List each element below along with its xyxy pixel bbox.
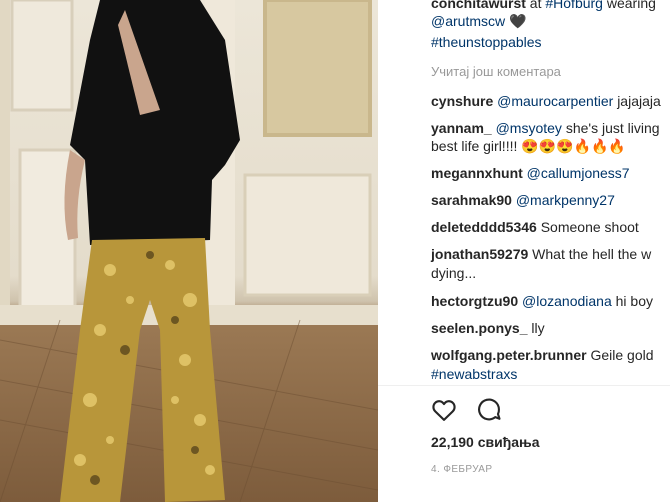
comment-username[interactable]: megannxhunt <box>431 165 523 181</box>
comment-mention[interactable]: @callumjoness7 <box>527 165 630 181</box>
caption-hashtag-unstoppables[interactable]: #theunstoppables <box>431 34 542 50</box>
comment-mention[interactable]: @lozanodiana <box>522 293 612 309</box>
caption-line-2: @arutmscw 🖤 <box>431 12 526 30</box>
comment-username[interactable]: seelen.ponys_ <box>431 320 528 336</box>
speech-bubble-icon[interactable] <box>475 396 503 424</box>
comments-panel: conchitawurst at #Hofburg wearing @arutm… <box>378 0 670 502</box>
comment-username[interactable]: hectorgtzu90 <box>431 293 518 309</box>
comment-text: lly <box>531 320 545 336</box>
comment-continuation: dying... <box>431 265 477 281</box>
comment-text: she's just living <box>565 120 660 136</box>
comment-item: sarahmak90 @markpenny27 <box>431 191 615 209</box>
comment-item: jonathan59279 What the hell the w <box>431 245 651 263</box>
comment-item: cynshure @maurocarpentier jajajaja <box>431 92 661 110</box>
load-more-comments[interactable]: Учитај још коментара <box>431 63 561 81</box>
caption-text-2: wearing <box>606 0 656 11</box>
comment-item: hectorgtzu90 @lozanodiana hi boy <box>431 292 653 310</box>
comment-hashtag[interactable]: #newabstraxs <box>431 366 517 382</box>
comment-text: What the hell the w <box>532 246 652 262</box>
comment-text: Geile gold <box>590 347 654 363</box>
post-date[interactable]: 4. ФЕБРУАР <box>431 464 492 475</box>
comment-username[interactable]: jonathan59279 <box>431 246 528 262</box>
comment-item: deletedddd5346 Someone shoot <box>431 218 639 236</box>
comment-item: seelen.ponys_ lly <box>431 319 545 337</box>
comment-username[interactable]: sarahmak90 <box>431 192 512 208</box>
actions-divider <box>378 385 670 386</box>
comment-mention[interactable]: @maurocarpentier <box>497 93 613 109</box>
caption-hashtag-hofburg[interactable]: #Hofburg <box>545 0 603 11</box>
comment-continuation: best life girl!!!! 😍😍😍🔥🔥🔥 <box>431 138 626 154</box>
comment-username[interactable]: cynshure <box>431 93 493 109</box>
comment-item: yannam_ @msyotey she's just living <box>431 119 660 137</box>
comment-text: hi boy <box>615 293 653 309</box>
photo-illustration <box>0 0 378 502</box>
comment-continuation: #newabstraxs <box>431 365 517 383</box>
comment-username[interactable]: wolfgang.peter.brunner <box>431 347 587 363</box>
caption-mention[interactable]: @arutmscw <box>431 13 505 29</box>
caption-text: at <box>529 0 542 11</box>
post-photo[interactable] <box>0 0 378 502</box>
comment-item: wolfgang.peter.brunner Geile gold <box>431 346 654 364</box>
likes-count[interactable]: 22,190 свиђања <box>431 434 540 450</box>
comment-text: Someone shoot <box>540 219 639 235</box>
caption-line-3: #theunstoppables <box>431 33 542 51</box>
comment-item: megannxhunt @callumjoness7 <box>431 164 630 182</box>
caption-username[interactable]: conchitawurst <box>431 0 526 11</box>
comment-mention[interactable]: @markpenny27 <box>516 192 615 208</box>
comment-text: jajajaja <box>617 93 661 109</box>
comment-mention[interactable]: @msyotey <box>496 120 562 136</box>
heart-emoji: 🖤 <box>509 13 527 29</box>
heart-outline-icon[interactable] <box>430 396 458 424</box>
comment-username[interactable]: yannam_ <box>431 120 492 136</box>
caption-line-1: conchitawurst at #Hofburg wearing <box>431 0 656 12</box>
comment-username[interactable]: deletedddd5346 <box>431 219 537 235</box>
